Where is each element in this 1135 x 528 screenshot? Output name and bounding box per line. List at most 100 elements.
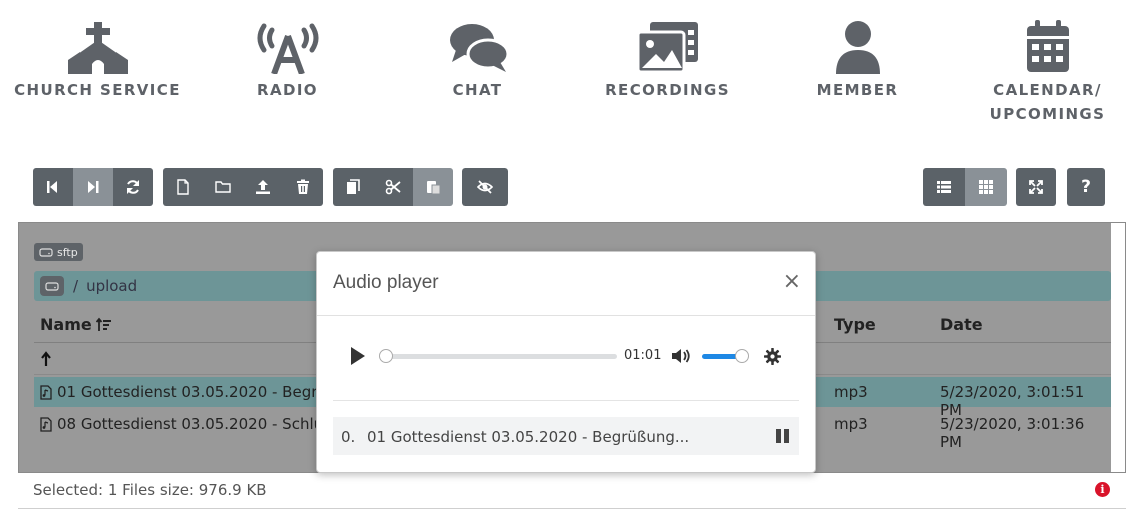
nav-label: CHURCH SERVICE	[14, 81, 181, 99]
file-type: mp3	[834, 383, 868, 401]
refresh-button[interactable]	[113, 168, 153, 206]
breadcrumb-folder-upload[interactable]: upload	[86, 277, 137, 295]
sort-asc-icon	[95, 317, 111, 331]
file-name: 01 Gottesdienst 03.05.2020 - Begrü	[57, 383, 327, 401]
divider	[333, 400, 799, 401]
info-icon[interactable]: i	[1095, 482, 1110, 497]
gear-icon[interactable]	[764, 348, 781, 365]
level-up-icon	[41, 351, 51, 366]
refresh-icon	[127, 180, 139, 194]
breadcrumb-separator: /	[73, 277, 79, 295]
column-date[interactable]: Date	[940, 315, 983, 334]
paste-button[interactable]	[413, 168, 453, 206]
playlist-item[interactable]: 0. 01 Gottesdienst 03.05.2020 - Begrüßun…	[333, 417, 799, 455]
first-icon	[47, 181, 57, 193]
church-icon	[67, 22, 128, 74]
hide-icon	[477, 180, 493, 194]
file-name-cell: 01 Gottesdienst 03.05.2020 - Begrü	[40, 383, 327, 401]
list-view-button[interactable]	[923, 168, 965, 206]
clipboard-group	[333, 168, 453, 206]
fullscreen-button[interactable]	[1016, 168, 1056, 206]
root-drive-button[interactable]	[40, 276, 64, 296]
audio-file-icon	[40, 384, 52, 400]
audio-file-icon	[40, 416, 52, 432]
file-type: mp3	[834, 415, 868, 433]
fullscreen-icon	[1029, 180, 1043, 194]
playlist-index: 0.	[341, 428, 356, 446]
top-navigation: CHURCH SERVICE RADIO CHAT RECORDINGS MEM…	[0, 0, 1135, 140]
audio-controls: 01:01	[333, 334, 799, 378]
nav-label: CHAT	[452, 81, 503, 99]
column-name[interactable]: Name	[40, 315, 112, 334]
radio-antenna-icon	[257, 23, 318, 74]
fullscreen-group	[1016, 168, 1056, 206]
delete-button[interactable]	[283, 168, 323, 206]
file-toolbar: ?	[0, 168, 1135, 206]
help-group: ?	[1067, 168, 1105, 206]
nav-calendar[interactable]: CALENDAR/ UPCOMINGS	[980, 0, 1115, 126]
nav-recordings[interactable]: RECORDINGS	[595, 0, 740, 102]
selection-status: Selected: 1 Files size: 976.9 KB	[33, 481, 267, 499]
play-icon[interactable]	[351, 347, 365, 365]
nav-label: RECORDINGS	[605, 81, 730, 99]
drive-icon	[39, 248, 53, 257]
file-date: 5/23/2020, 3:01:36 PM	[940, 415, 1085, 451]
hide-button[interactable]	[462, 168, 508, 206]
source-label: sftp	[57, 245, 78, 259]
visibility-group	[462, 168, 508, 206]
nav-member[interactable]: MEMBER	[800, 0, 915, 102]
grid-view-icon	[979, 180, 993, 194]
elapsed-time: 01:01	[624, 348, 662, 363]
dialog-title: Audio player	[333, 272, 439, 293]
drive-icon	[45, 282, 59, 291]
scrollbar-track[interactable]	[1111, 223, 1125, 472]
status-bar: Selected: 1 Files size: 976.9 KB i	[18, 473, 1126, 509]
cut-icon	[385, 179, 401, 195]
view-mode-group	[923, 168, 1007, 206]
new-folder-icon	[215, 181, 231, 193]
close-icon[interactable]: ×	[783, 270, 801, 294]
pause-icon[interactable]	[776, 429, 790, 443]
file-name-cell: 08 Gottesdienst 03.05.2020 - Schlus	[40, 415, 331, 433]
navigation-group	[33, 168, 153, 206]
help-button[interactable]: ?	[1067, 168, 1105, 206]
images-icon	[636, 22, 698, 74]
new-folder-button[interactable]	[203, 168, 243, 206]
dialog-header: Audio player ×	[317, 252, 815, 316]
copy-button[interactable]	[333, 168, 373, 206]
paste-icon	[427, 181, 441, 195]
last-icon	[88, 181, 99, 193]
source-badge[interactable]: sftp	[34, 243, 83, 261]
volume-slider[interactable]	[702, 349, 749, 363]
grid-view-button[interactable]	[965, 168, 1007, 206]
audio-player-dialog: Audio player × 01:01 0. 01 Gottesdienst …	[316, 251, 816, 473]
nav-chat[interactable]: CHAT	[410, 0, 545, 102]
calendar-icon	[1026, 20, 1069, 72]
nav-label: RADIO	[257, 81, 318, 99]
playlist-track-name: 01 Gottesdienst 03.05.2020 - Begrüßung..…	[367, 428, 690, 446]
user-icon	[835, 21, 880, 74]
column-type[interactable]: Type	[834, 315, 876, 334]
last-button[interactable]	[73, 168, 113, 206]
nav-church-service[interactable]: CHURCH SERVICE	[10, 0, 185, 102]
nav-label: CALENDAR/ UPCOMINGS	[989, 81, 1106, 123]
volume-handle[interactable]	[735, 349, 749, 363]
chat-bubbles-icon	[449, 24, 509, 72]
copy-icon	[347, 179, 360, 194]
volume-icon[interactable]	[671, 348, 691, 364]
new-file-icon	[177, 179, 189, 195]
column-name-label: Name	[40, 315, 92, 334]
first-button[interactable]	[33, 168, 73, 206]
help-icon: ?	[1081, 177, 1091, 197]
delete-icon	[297, 179, 309, 194]
seek-slider[interactable]	[379, 349, 617, 363]
nav-radio[interactable]: RADIO	[220, 0, 355, 102]
cut-button[interactable]	[373, 168, 413, 206]
upload-icon	[256, 180, 270, 194]
new-file-button[interactable]	[163, 168, 203, 206]
nav-label: MEMBER	[816, 81, 899, 99]
upload-button[interactable]	[243, 168, 283, 206]
file-name: 08 Gottesdienst 03.05.2020 - Schlus	[57, 415, 331, 433]
list-view-icon	[937, 181, 951, 193]
seek-handle[interactable]	[379, 349, 393, 363]
